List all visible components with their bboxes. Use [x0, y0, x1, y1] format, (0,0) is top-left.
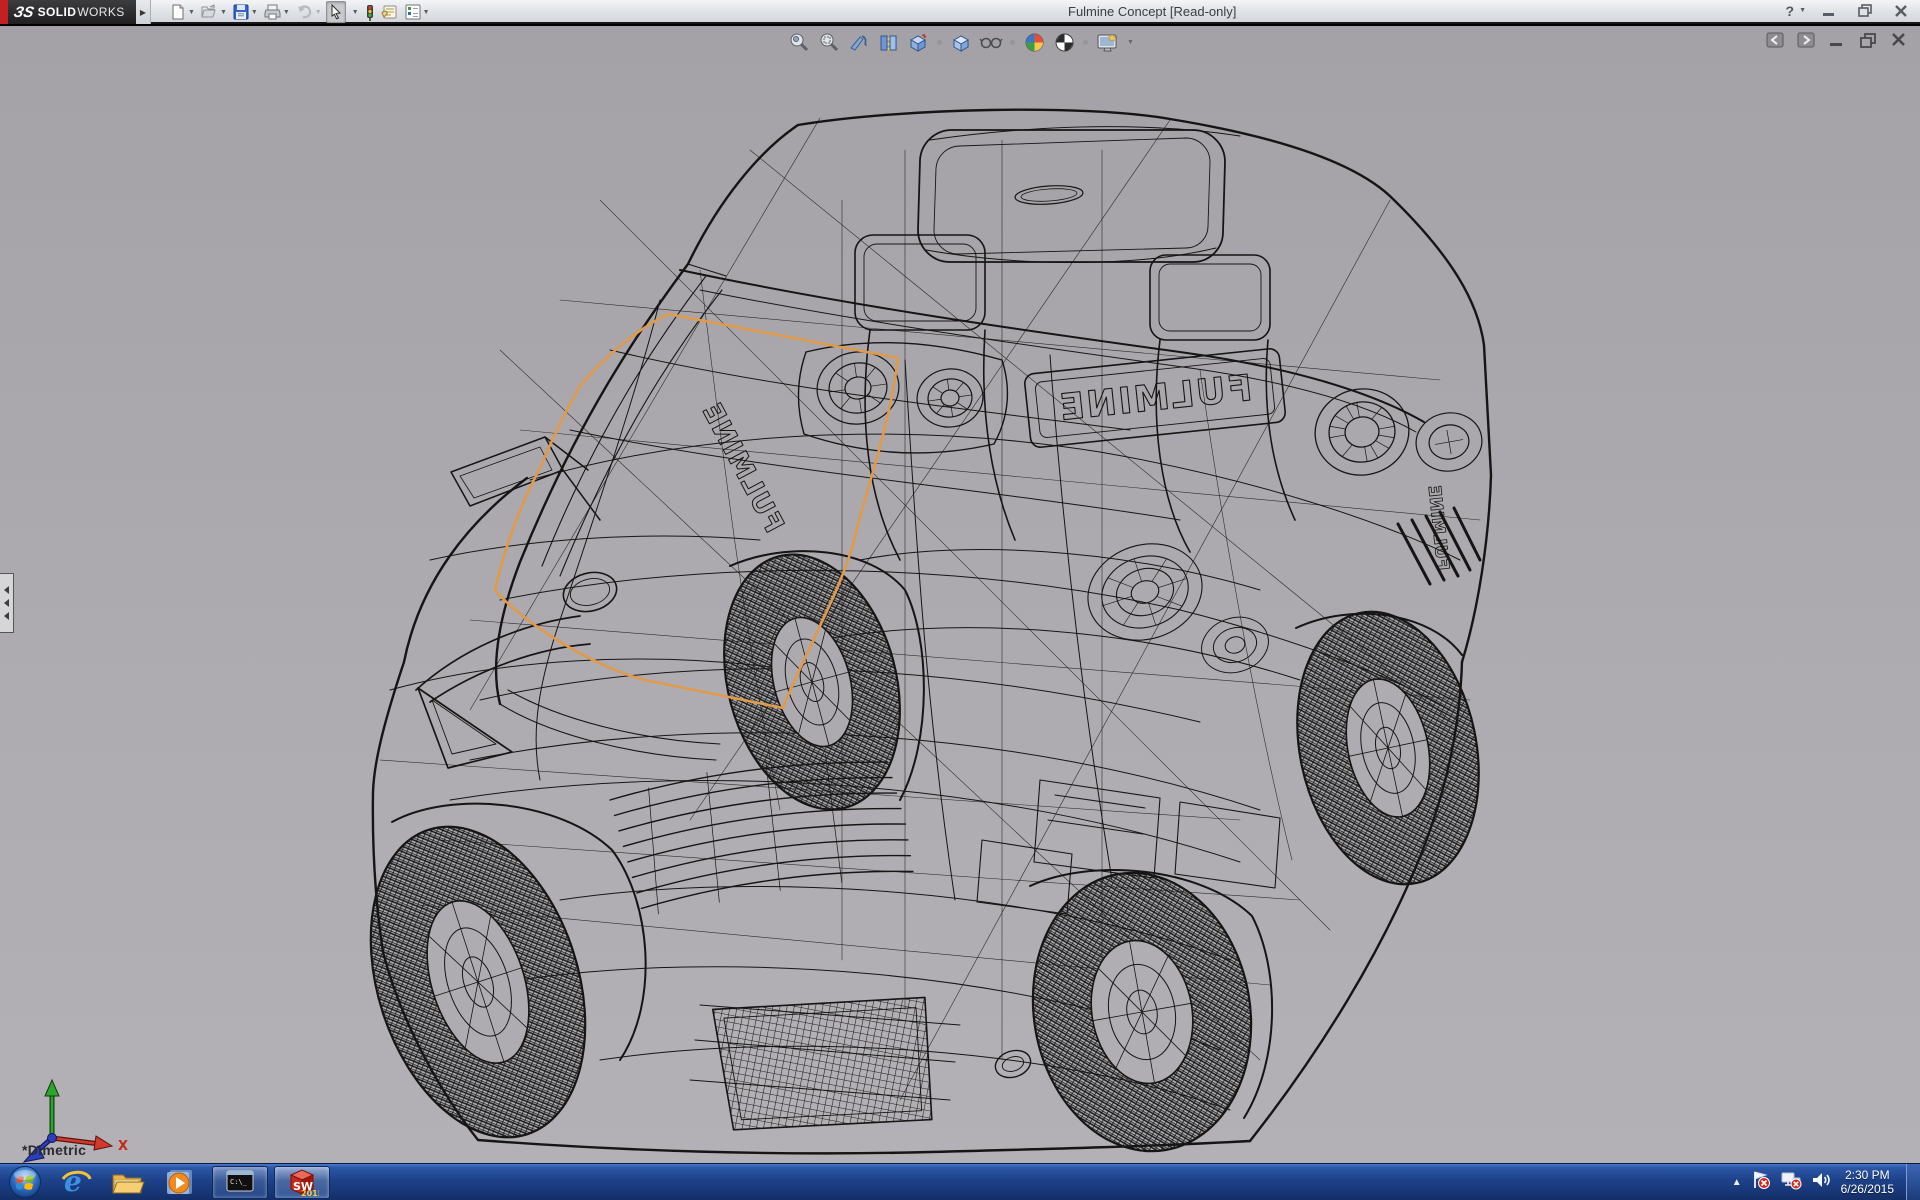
clock-date: 6/26/2015: [1841, 1182, 1894, 1196]
network-disconnected-icon[interactable]: [1780, 1170, 1802, 1195]
collapse-arrow-icon: [4, 599, 9, 607]
previous-window-button[interactable]: [1764, 31, 1786, 49]
new-document-button[interactable]: ▼: [168, 2, 197, 22]
traffic-light-icon: [365, 4, 375, 21]
document-close-button[interactable]: [1888, 31, 1910, 49]
system-tray: ▲: [1732, 1170, 1831, 1195]
toolbar-separator: [1010, 40, 1015, 45]
next-window-button[interactable]: [1795, 31, 1817, 49]
collapse-arrow-icon: [4, 612, 9, 620]
clock-time: 2:30 PM: [1841, 1168, 1894, 1182]
window-title: Fulmine Concept [Read-only]: [1068, 4, 1236, 19]
document-window-controls: [1764, 31, 1910, 49]
action-center-icon[interactable]: [1751, 1170, 1771, 1195]
options-button[interactable]: ▼: [403, 2, 432, 22]
select-dropdown[interactable]: ▼: [348, 2, 361, 22]
media-player-icon[interactable]: [160, 1165, 200, 1199]
document-minimize-button[interactable]: [1826, 31, 1848, 49]
rebuild-button[interactable]: [363, 2, 377, 22]
print-button[interactable]: ▼: [262, 2, 292, 22]
triad-x-label: X: [118, 1139, 128, 1154]
solidworks-logo-bold: SOLID: [38, 5, 77, 19]
help-dropdown-arrow[interactable]: ▼: [1799, 7, 1806, 14]
apply-scene-icon[interactable]: [1052, 30, 1076, 54]
internet-explorer-icon[interactable]: e: [56, 1165, 96, 1199]
collapse-arrow-icon: [4, 586, 9, 594]
windows-taskbar: e C:\_: [0, 1163, 1920, 1200]
zoom-to-fit-icon[interactable]: [786, 30, 810, 54]
model-wireframe-car[interactable]: FULMINE FULMINE FULMINE: [0, 26, 1920, 1163]
quick-access-toolbar: ▼ ▼ ▼ ▼ ▼: [168, 1, 432, 23]
print-dropdown-arrow[interactable]: ▼: [283, 9, 290, 16]
headsup-view-toolbar: ▼: [786, 30, 1134, 54]
solidworks-logo: ЗS SOLID WORKS: [8, 0, 136, 24]
select-cursor-icon: [329, 4, 343, 20]
solidworks-taskbar-button[interactable]: SW 2015: [274, 1166, 330, 1199]
toolbar-separator: [937, 40, 942, 45]
display-style-icon[interactable]: [949, 30, 973, 54]
solidworks-cube-year: 2015: [301, 1189, 319, 1197]
zoom-to-area-icon[interactable]: [816, 30, 840, 54]
undo-icon: [296, 4, 313, 20]
featuremanager-collapse-tab[interactable]: [0, 573, 14, 633]
edit-appearance-icon[interactable]: [1022, 30, 1046, 54]
close-button[interactable]: [1888, 2, 1914, 19]
minimize-button[interactable]: [1816, 2, 1842, 19]
toolbar-separator: [1083, 40, 1088, 45]
view-settings-icon[interactable]: [1095, 30, 1119, 54]
save-dropdown-arrow[interactable]: ▼: [251, 9, 258, 16]
menu-expander-arrow[interactable]: ▶: [136, 0, 151, 24]
windows-explorer-icon[interactable]: [108, 1165, 148, 1199]
open-dropdown-arrow[interactable]: ▼: [220, 9, 227, 16]
file-properties-icon: [381, 4, 399, 20]
hide-show-items-icon[interactable]: [979, 30, 1003, 54]
taskbar-clock[interactable]: 2:30 PM 6/26/2015: [1841, 1168, 1894, 1196]
volume-icon[interactable]: [1811, 1170, 1831, 1195]
undo-dropdown-arrow[interactable]: ▼: [315, 9, 322, 16]
show-hidden-icons-button[interactable]: ▲: [1732, 1177, 1742, 1188]
save-icon: [233, 4, 249, 20]
model-badge-side: FULMINE: [695, 398, 789, 538]
command-prompt-taskbar-button[interactable]: C:\_: [212, 1166, 268, 1199]
save-button[interactable]: ▼: [231, 2, 260, 22]
start-button[interactable]: [8, 1165, 42, 1199]
view-orientation-icon[interactable]: [906, 30, 930, 54]
rotate-view-icon[interactable]: [846, 30, 870, 54]
section-view-icon[interactable]: [876, 30, 900, 54]
options-icon: [405, 4, 421, 20]
show-desktop-button[interactable]: [1906, 1164, 1920, 1200]
view-settings-dropdown-arrow[interactable]: ▼: [1127, 39, 1134, 46]
undo-button[interactable]: ▼: [294, 2, 324, 22]
help-icon: ?: [1786, 3, 1795, 19]
document-restore-button[interactable]: [1857, 31, 1879, 49]
open-button[interactable]: ▼: [199, 2, 229, 22]
select-button[interactable]: [326, 1, 346, 23]
solidworks-logo-glyph: ЗS: [12, 4, 35, 21]
open-icon: [201, 4, 218, 20]
title-bar: ЗS SOLID WORKS ▶ ▼ ▼ ▼: [0, 0, 1920, 24]
restore-button[interactable]: [1852, 2, 1878, 19]
view-orientation-label: *Dimetric: [22, 1142, 86, 1158]
print-icon: [264, 4, 281, 20]
solidworks-logo-light: WORKS: [77, 5, 124, 19]
new-document-icon: [170, 4, 186, 20]
command-prompt-label: C:\_: [230, 1178, 248, 1186]
options-dropdown-arrow[interactable]: ▼: [423, 9, 430, 16]
help-button[interactable]: ? ▼: [1786, 3, 1807, 19]
new-dropdown-arrow[interactable]: ▼: [188, 9, 195, 16]
graphics-viewport[interactable]: FULMINE FULMINE FULMINE: [0, 26, 1920, 1163]
brand-red-strip: [0, 0, 8, 24]
window-controls: ? ▼: [1786, 2, 1915, 19]
file-properties-button[interactable]: [379, 2, 401, 22]
solidworks-window: ЗS SOLID WORKS ▶ ▼ ▼ ▼: [0, 0, 1920, 1200]
